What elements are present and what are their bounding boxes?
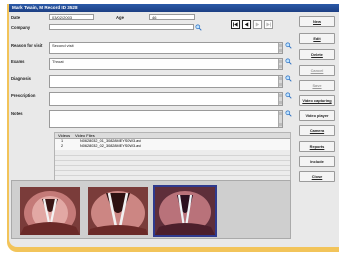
date-label: Date: [11, 15, 21, 20]
close-button[interactable]: Close: [299, 171, 335, 182]
throat-image-thumbnail-selected[interactable]: [153, 185, 217, 237]
notes-scrollbar[interactable]: [278, 111, 282, 127]
table-row[interactable]: 2 N0628032_02_30828MEYS0W3.avi: [55, 144, 290, 149]
throat-image-thumbnail[interactable]: [20, 187, 80, 235]
videos-table-empty-area: [55, 150, 290, 181]
exams-textarea[interactable]: Throat: [49, 58, 283, 70]
reason-textarea[interactable]: Second visit: [49, 42, 283, 54]
age-label: Age: [116, 15, 124, 20]
next-record-icon: [255, 22, 260, 27]
company-search-icon[interactable]: [195, 24, 202, 31]
throat-image-thumbnail[interactable]: [88, 187, 148, 235]
delete-button[interactable]: Delete: [299, 49, 335, 60]
window-title: Mark Twain, M Record ID 3528: [9, 4, 339, 12]
previous-record-icon: [244, 22, 249, 27]
diagnosis-scrollbar[interactable]: [278, 76, 282, 87]
exams-scrollbar[interactable]: [278, 59, 282, 69]
image-thumbnail-strip: [11, 180, 291, 239]
first-record-icon: [233, 22, 238, 27]
company-label: Company: [11, 25, 31, 30]
cancel-button[interactable]: Cancel: [299, 65, 335, 76]
first-record-button[interactable]: [231, 20, 240, 29]
video-player-button[interactable]: Video player: [299, 110, 335, 121]
save-button[interactable]: Save: [299, 80, 335, 91]
next-record-button[interactable]: [253, 20, 262, 29]
new-button[interactable]: New: [299, 16, 335, 27]
company-field[interactable]: [49, 24, 194, 30]
include-button[interactable]: Include: [299, 156, 335, 167]
notes-search-icon[interactable]: [285, 110, 292, 117]
exams-value: Throat: [52, 59, 64, 64]
video-file-name: N0628032_02_30828MEYS0W3.avi: [80, 144, 142, 148]
age-field[interactable]: 46: [149, 14, 195, 20]
last-record-icon: [266, 22, 271, 27]
notes-label: Notes: [11, 111, 23, 116]
prescription-scrollbar[interactable]: [278, 93, 282, 105]
diagnosis-textarea[interactable]: [49, 75, 283, 88]
camera-button[interactable]: Camera: [299, 125, 335, 136]
window-frame: Mark Twain, M Record ID 3528 Date 03/02/…: [7, 4, 339, 252]
previous-record-button[interactable]: [242, 20, 251, 29]
exams-search-icon[interactable]: [285, 58, 292, 65]
window-body: Mark Twain, M Record ID 3528 Date 03/02/…: [9, 4, 339, 247]
reason-value: Second visit: [52, 43, 74, 48]
prescription-label: Prescription: [11, 93, 36, 98]
prescription-textarea[interactable]: [49, 92, 283, 106]
notes-textarea[interactable]: [49, 110, 283, 128]
edit-button[interactable]: Edit: [299, 33, 335, 44]
diagnosis-search-icon[interactable]: [285, 75, 292, 82]
reason-scrollbar[interactable]: [278, 43, 282, 53]
exams-label: Exams: [11, 59, 25, 64]
diagnosis-label: Diagnosis: [11, 76, 32, 81]
reason-search-icon[interactable]: [285, 42, 292, 49]
video-capturing-button[interactable]: Video capturing: [299, 95, 335, 106]
date-field[interactable]: 03/02/2003: [49, 14, 94, 20]
reason-label: Reason for visit: [11, 43, 43, 48]
reports-button[interactable]: Reports: [299, 141, 335, 152]
prescription-search-icon[interactable]: [285, 92, 292, 99]
video-number: 2: [61, 144, 64, 148]
last-record-button[interactable]: [264, 20, 273, 29]
videos-table: Videos Video Files 1 N0628032_01_30828ME…: [54, 132, 291, 181]
